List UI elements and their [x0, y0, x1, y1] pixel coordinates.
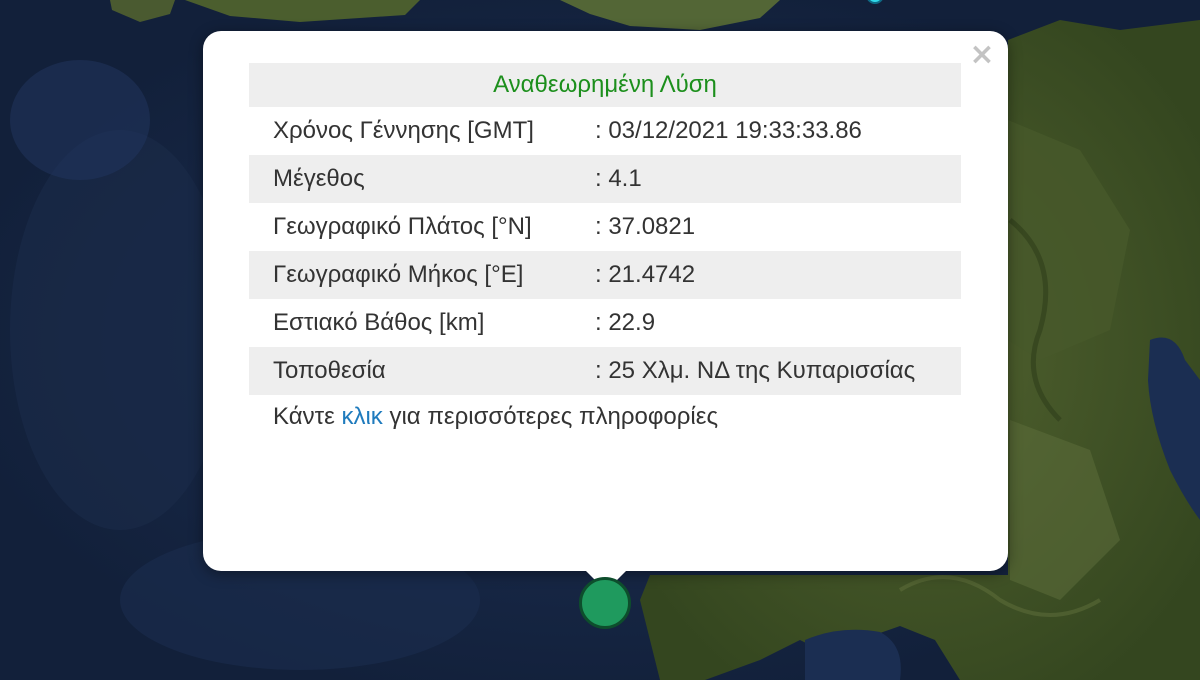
row-value: : 21.4742: [571, 251, 961, 299]
earthquake-info-table: Αναθεωρημένη Λύση Χρόνος Γέννησης [GMT] …: [249, 63, 961, 441]
row-value: : 25 Χλμ. ΝΔ της Κυπαρισσίας: [571, 347, 961, 395]
more-info-prefix: Κάντε: [273, 403, 342, 430]
row-label: Εστιακό Βάθος [km]: [273, 309, 485, 336]
row-value: : 4.1: [571, 155, 961, 203]
row-label: Χρόνος Γέννησης [GMT]: [273, 117, 534, 144]
row-label: Γεωγραφικό Πλάτος [°N]: [273, 213, 532, 240]
more-info-suffix: για περισσότερες πληροφορίες: [382, 403, 719, 430]
more-info-text: Κάντε κλικ για περισσότερες πληροφορίες: [249, 395, 961, 441]
row-value: : 03/12/2021 19:33:33.86: [595, 117, 862, 144]
more-info-link[interactable]: κλικ: [341, 403, 382, 430]
row-label: Τοποθεσία: [249, 347, 571, 395]
earthquake-marker[interactable]: [579, 577, 631, 629]
info-row-origin-time: Χρόνος Γέννησης [GMT] : 03/12/2021 19:33…: [249, 107, 961, 155]
info-row-latitude: Γεωγραφικό Πλάτος [°N] : 37.0821: [249, 203, 961, 251]
row-label: Γεωγραφικό Μήκος [°E]: [249, 251, 571, 299]
info-row-location: Τοποθεσία : 25 Χλμ. ΝΔ της Κυπαρισσίας: [249, 347, 961, 395]
close-icon[interactable]: ×: [966, 39, 998, 71]
row-label: Μέγεθος: [249, 155, 571, 203]
popup-title: Αναθεωρημένη Λύση: [249, 63, 961, 107]
row-value: : 22.9: [595, 309, 656, 336]
info-row-longitude: Γεωγραφικό Μήκος [°E] : 21.4742: [249, 251, 961, 299]
row-value: : 37.0821: [595, 213, 696, 240]
earthquake-popup: × Αναθεωρημένη Λύση Χρόνος Γέννησης [GMT…: [203, 31, 1008, 571]
info-row-depth: Εστιακό Βάθος [km] : 22.9: [249, 299, 961, 347]
info-row-magnitude: Μέγεθος : 4.1: [249, 155, 961, 203]
